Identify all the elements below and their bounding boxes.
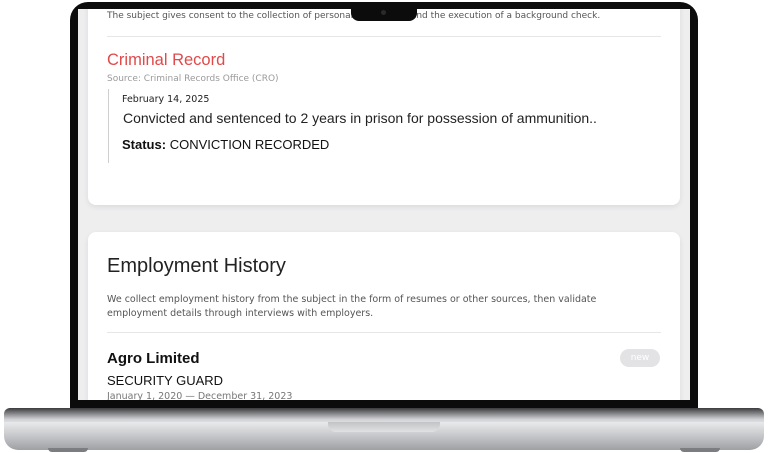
record-status-label: Status:	[122, 137, 167, 152]
employment-dates: January 1, 2020 — December 31, 2023	[107, 391, 293, 400]
record-date: February 14, 2025	[122, 94, 210, 105]
employment-role: SECURITY GUARD	[107, 373, 224, 388]
camera-notch	[351, 6, 417, 21]
employment-history-card: Employment History We collect employment…	[88, 232, 680, 400]
record-description: Convicted and sentenced to 2 years in pr…	[123, 110, 597, 126]
laptop-screen: The subject gives consent to the collect…	[78, 9, 690, 400]
camera-icon	[381, 10, 386, 15]
record-status: Status: CONVICTION RECORDED	[122, 137, 329, 152]
laptop-opening-notch	[328, 422, 440, 432]
divider	[107, 332, 661, 333]
employment-history-description: We collect employment history from the s…	[107, 294, 597, 319]
criminal-record-card: The subject gives consent to the collect…	[88, 9, 680, 205]
employment-history-title: Employment History	[107, 255, 286, 277]
laptop-foot-right	[680, 448, 720, 452]
divider	[107, 36, 661, 37]
criminal-record-source: Source: Criminal Records Office (CRO)	[107, 74, 279, 84]
new-badge: new	[620, 349, 660, 367]
laptop-foot-left	[48, 448, 88, 452]
employer-name: Agro Limited	[107, 350, 200, 367]
criminal-record-title: Criminal Record	[107, 51, 226, 69]
criminal-record-entry: February 14, 2025 Convicted and sentence…	[108, 89, 649, 163]
record-status-value: CONVICTION RECORDED	[169, 137, 330, 152]
